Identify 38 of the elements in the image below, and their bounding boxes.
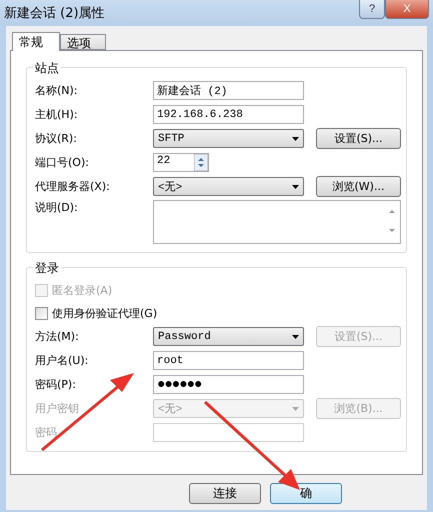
field-label: 协议(R): [35, 131, 77, 146]
help-button[interactable]: ? [359, 0, 385, 19]
field-label: 用户密钥 [35, 401, 79, 416]
window-title: 新建会话 (2)属性 [4, 5, 105, 22]
dialog-button[interactable]: 浏览(W)... [316, 176, 401, 197]
checkbox[interactable] [35, 306, 48, 320]
group-title: 站点 [33, 60, 61, 77]
field-label: 端口号(O): [35, 155, 89, 170]
port-spinner[interactable]: 22 [153, 153, 209, 172]
field-label: 主机(H): [35, 107, 78, 122]
dialog-button[interactable]: 连接 [189, 483, 261, 504]
field-label: 方法(M): [35, 329, 79, 344]
dropdown[interactable]: SFTP [153, 129, 304, 148]
tab[interactable]: 选项 [60, 34, 106, 50]
field-label: 密码 [35, 425, 57, 440]
tab[interactable]: 常规 [12, 32, 60, 51]
field-label: 说明(D): [35, 200, 78, 215]
text-field[interactable]: root [153, 351, 304, 370]
dropdown-arrow-icon [292, 334, 299, 338]
dropdown[interactable]: Password [153, 327, 304, 346]
dropdown-arrow-icon [292, 136, 299, 140]
text-field[interactable]: 192.168.6.238 [153, 105, 304, 124]
dropdown-arrow-icon [292, 406, 299, 410]
dropdown-arrow-icon [292, 184, 299, 188]
dialog-button[interactable]: 设置(S)... [316, 128, 401, 149]
dialog-button[interactable]: 确 [270, 483, 342, 504]
field-label: 用户名(U): [35, 353, 88, 368]
spin-arrows-icon[interactable] [194, 154, 208, 171]
field-label: 名称(N): [35, 83, 78, 98]
checkbox-label: 使用身份验证代理(G) [52, 306, 158, 320]
text-field[interactable]: 新建会话 (2) [153, 81, 304, 100]
text-field[interactable] [153, 423, 304, 442]
password-field[interactable]: ●●●●●● [153, 375, 304, 394]
dropdown[interactable]: <无> [153, 177, 304, 196]
field-label: 密码(P): [35, 377, 76, 392]
checkbox-label: 匿名登录(A) [52, 282, 112, 298]
field-label: 代理服务器(X): [35, 179, 110, 194]
description-field[interactable] [153, 200, 401, 244]
